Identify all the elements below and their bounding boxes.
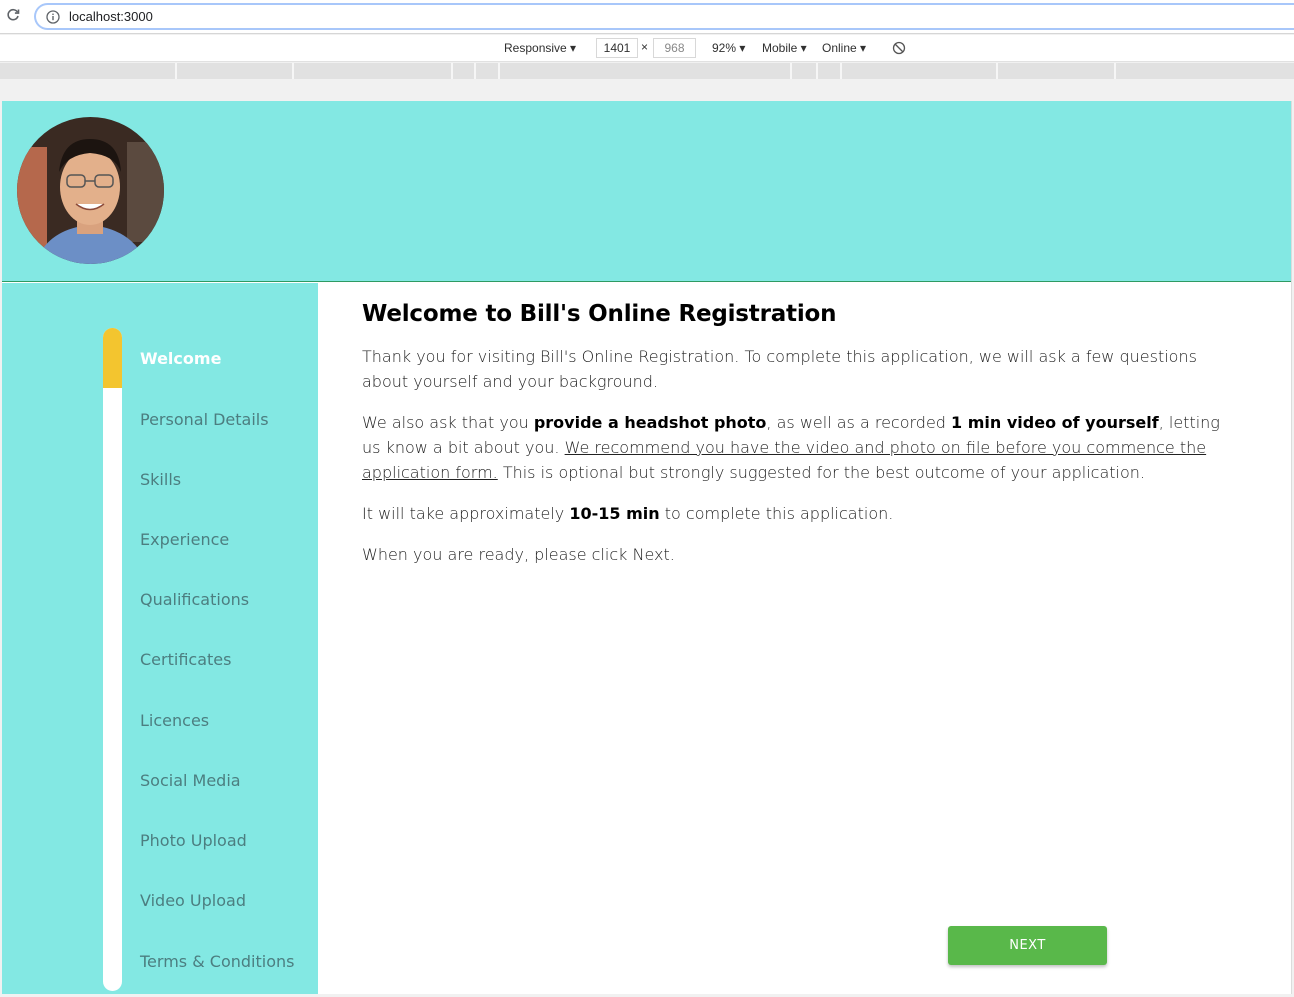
address-bar[interactable]: localhost:3000: [34, 3, 1294, 30]
text-span: to complete this application.: [659, 504, 894, 523]
duration-emphasis: 10-15 min: [569, 504, 660, 523]
nav-item-skills[interactable]: Skills: [140, 470, 181, 489]
video-emphasis: 1 min video of yourself: [951, 413, 1159, 432]
nav-item-photo-upload[interactable]: Photo Upload: [140, 831, 247, 850]
nav-item-experience[interactable]: Experience: [140, 530, 229, 549]
reload-icon[interactable]: [6, 8, 20, 22]
nav-item-social-media[interactable]: Social Media: [140, 771, 241, 790]
text-span: We also ask that you: [362, 413, 534, 432]
nav-item-welcome[interactable]: Welcome: [140, 349, 221, 368]
ruler-tick: [996, 63, 998, 79]
progress-track: [103, 328, 122, 991]
media-query-bar[interactable]: [0, 63, 1294, 79]
throttle-select[interactable]: Mobile ▾: [762, 41, 807, 55]
ruler-tick: [816, 63, 818, 79]
text-span: It will take approximately: [362, 504, 570, 523]
rotate-icon[interactable]: [892, 41, 906, 55]
nav-item-video-upload[interactable]: Video Upload: [140, 891, 246, 910]
nav-item-terms-conditions[interactable]: Terms & Conditions: [140, 952, 294, 971]
browser-url-bar: localhost:3000: [0, 0, 1294, 34]
ruler-tick: [498, 63, 500, 79]
intro-paragraph: Thank you for visiting Bill's Online Reg…: [362, 347, 1197, 391]
nav-item-qualifications[interactable]: Qualifications: [140, 590, 249, 609]
ruler-tick: [1114, 63, 1116, 79]
ruler-tick: [790, 63, 792, 79]
avatar: [17, 117, 164, 264]
viewport-height-input[interactable]: 968: [653, 38, 696, 58]
next-button[interactable]: NEXT: [948, 926, 1107, 965]
text-span: This is optional but strongly suggested …: [497, 463, 1145, 482]
profile-photo: [17, 117, 164, 264]
ruler-tick: [840, 63, 842, 79]
network-select[interactable]: Online ▾: [822, 41, 866, 55]
headshot-emphasis: provide a headshot photo: [533, 413, 767, 432]
main-content: Welcome to Bill's Online Registration Th…: [362, 301, 1232, 583]
ready-paragraph: When you are ready, please click Next.: [362, 545, 675, 564]
viewport-width-input[interactable]: 1401: [596, 38, 638, 58]
page-viewport: Welcome Personal Details Skills Experien…: [2, 101, 1292, 994]
step-sidebar: Welcome Personal Details Skills Experien…: [2, 283, 318, 994]
text-span: , as well as a recorded: [766, 413, 952, 432]
ruler-tick: [292, 63, 294, 79]
dimension-separator: ×: [641, 40, 649, 54]
page-header: [2, 101, 1291, 282]
nav-item-certificates[interactable]: Certificates: [140, 650, 231, 669]
requirements-paragraph: We also ask that you provide a headshot …: [362, 410, 1232, 485]
ruler-tick: [474, 63, 476, 79]
ruler-tick: [175, 63, 177, 79]
ruler-tick: [451, 63, 453, 79]
page-title: Welcome to Bill's Online Registration: [362, 301, 837, 327]
zoom-select[interactable]: 92% ▾: [712, 41, 745, 55]
device-select[interactable]: Responsive ▾: [504, 41, 576, 55]
device-toolbar: Responsive ▾ 1401 × 968 92% ▾ Mobile ▾ O…: [0, 35, 1294, 62]
progress-indicator: [103, 328, 122, 388]
url-text: localhost:3000: [69, 9, 153, 24]
info-icon[interactable]: [46, 10, 60, 24]
nav-item-licences[interactable]: Licences: [140, 711, 209, 730]
nav-item-personal-details[interactable]: Personal Details: [140, 410, 269, 429]
duration-paragraph: It will take approximately 10-15 min to …: [362, 501, 1232, 526]
